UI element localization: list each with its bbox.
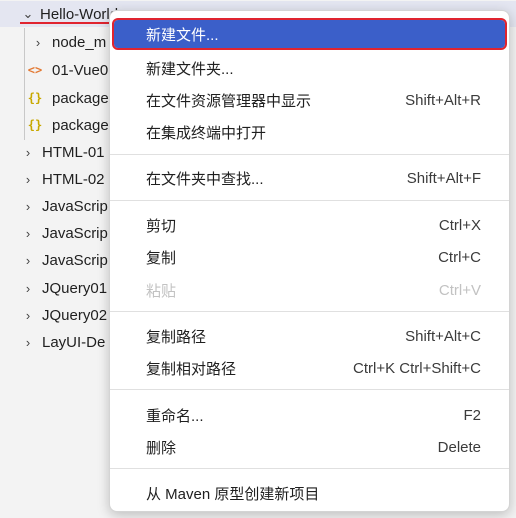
tree-item-label: JavaScrip [42,224,108,242]
chevron-right-icon: › [25,280,31,296]
tree-folder-javascript-2[interactable]: › JavaScrip [20,220,108,246]
menu-item-shortcut: Ctrl+X [438,216,481,234]
menu-item-label: 粘贴 [146,282,177,300]
menu-item-copy-path[interactable]: 复制路径 Shift+Alt+C [114,322,505,350]
chevron-right-icon: › [25,198,31,214]
menu-item-rename[interactable]: 重命名... F2 [114,401,505,429]
menu-item-delete[interactable]: 删除 Delete [114,433,505,461]
menu-separator [110,311,509,312]
menu-separator [110,200,509,201]
menu-item-shortcut: Ctrl+K Ctrl+Shift+C [353,359,481,377]
indent-guide [24,28,25,140]
chevron-down-icon: ⌄ [22,6,34,21]
menu-item-cut[interactable]: 剪切 Ctrl+X [114,211,505,239]
tree-folder-javascript-1[interactable]: › JavaScrip [20,193,108,219]
json-file-icon: {} [27,118,43,132]
tree-root-label: Hello-World [40,5,119,23]
menu-item-label: 新建文件... [146,26,219,44]
context-menu: 新建文件... 新建文件夹... 在文件资源管理器中显示 Shift+Alt+R… [109,10,510,512]
tree-item-label: package [52,89,109,107]
menu-item-label: 复制 [146,249,177,267]
chevron-right-icon: › [25,144,31,160]
tree-item-label: JQuery02 [42,306,108,324]
tree-item-label: HTML-02 [42,170,105,188]
json-file-icon: {} [27,91,43,105]
menu-item-new-folder[interactable]: 新建文件夹... [114,54,505,82]
menu-item-label: 在集成终端中打开 [146,124,267,142]
tree-item-label: LayUI-De [42,333,106,351]
tree-folder-html-02[interactable]: › HTML-02 [20,166,105,192]
tree-item-html-file[interactable]: <> 01-Vue0 [26,57,108,83]
tree-item-label: package [52,116,109,134]
menu-item-shortcut: Ctrl+V [438,281,481,299]
html-file-icon: <> [27,63,43,77]
tree-item-package-json[interactable]: {} package [26,85,109,111]
menu-item-label: 在文件夹中查找... [146,170,264,188]
tree-folder-jquery02[interactable]: › JQuery02 [20,302,107,328]
tree-folder-layui[interactable]: › LayUI-De [20,329,106,355]
chevron-right-icon: › [25,171,31,187]
menu-item-label: 复制路径 [146,328,207,346]
menu-item-find-in-folder[interactable]: 在文件夹中查找... Shift+Alt+F [114,164,505,192]
tree-item-label: JavaScrip [42,197,108,215]
menu-separator [110,154,509,155]
menu-item-label: 删除 [146,439,177,457]
menu-item-label: 从 Maven 原型创建新项目 [146,485,320,503]
menu-item-shortcut: Shift+Alt+F [406,169,481,187]
menu-item-shortcut: F2 [463,406,481,424]
tree-item-label: HTML-01 [42,143,105,161]
menu-item-maven-new-project[interactable]: 从 Maven 原型创建新项目 [114,479,505,507]
tree-folder-html-01[interactable]: › HTML-01 [20,139,105,165]
menu-item-shortcut: Ctrl+C [438,248,481,266]
menu-item-label: 重命名... [146,407,204,425]
chevron-right-icon: › [25,252,31,268]
chevron-right-icon: › [25,334,31,350]
menu-separator [110,468,509,469]
chevron-right-icon: › [25,225,31,241]
menu-item-new-file[interactable]: 新建文件... [112,18,507,50]
tree-item-package-lock-json[interactable]: {} package [26,112,109,138]
menu-item-shortcut: Shift+Alt+C [405,327,481,345]
tree-item-label: JQuery01 [42,279,108,297]
chevron-right-icon: › [35,34,41,50]
menu-item-copy[interactable]: 复制 Ctrl+C [114,243,505,271]
menu-separator [110,389,509,390]
chevron-right-icon: › [25,307,31,323]
tree-folder-javascript-3[interactable]: › JavaScrip [20,247,108,273]
tree-item-label: JavaScrip [42,251,108,269]
explorer-with-context-menu: ⌄ Hello-World › node_m <> 01-Vue0 {} pac… [0,0,516,518]
menu-item-open-in-terminal[interactable]: 在集成终端中打开 [114,118,505,146]
menu-item-copy-relative-path[interactable]: 复制相对路径 Ctrl+K Ctrl+Shift+C [114,354,505,382]
menu-item-reveal-in-explorer[interactable]: 在文件资源管理器中显示 Shift+Alt+R [114,86,505,114]
menu-item-label: 新建文件夹... [146,60,234,78]
menu-item-paste[interactable]: 粘贴 Ctrl+V [114,276,505,304]
menu-item-label: 在文件资源管理器中显示 [146,92,312,110]
tree-folder-jquery01[interactable]: › JQuery01 [20,275,107,301]
menu-item-shortcut: Shift+Alt+R [405,91,481,109]
tree-item-node-modules[interactable]: › node_m [30,29,106,55]
menu-item-label: 复制相对路径 [146,360,237,378]
menu-item-label: 剪切 [146,217,177,235]
menu-item-shortcut: Delete [437,438,481,456]
tree-item-label: node_m [52,33,107,51]
tree-item-label: 01-Vue0 [52,61,109,79]
